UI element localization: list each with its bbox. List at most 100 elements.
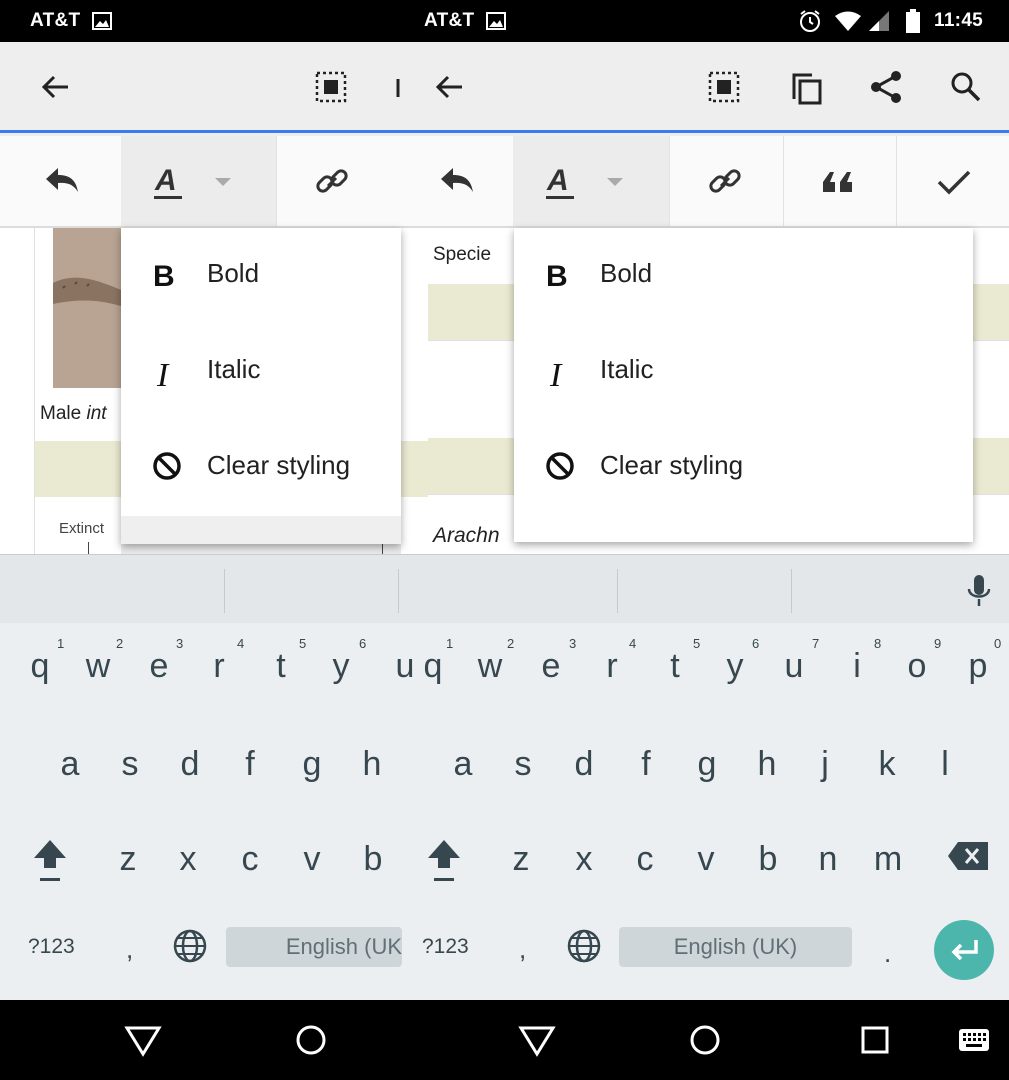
key-b[interactable]: b [748,839,788,879]
key-r[interactable]: r [199,646,239,686]
comma-key[interactable]: , [126,934,133,965]
key-q[interactable]: q [413,646,453,686]
key-n[interactable]: n [808,839,848,879]
share-icon[interactable] [868,69,904,105]
key-g[interactable]: g [292,744,332,784]
symbols-key[interactable]: ?123 [422,935,469,959]
key-r[interactable]: r [592,646,632,686]
undo-button[interactable] [389,136,514,226]
recents-square-icon[interactable] [861,1026,889,1054]
key-h[interactable]: h [747,744,787,784]
edit-toolbar-right: A [389,136,1009,228]
key-f[interactable]: f [230,744,270,784]
symbols-key[interactable]: ?123 [28,935,75,959]
text-style-button[interactable]: A [121,136,277,226]
key-j[interactable]: j [805,744,845,784]
key-hint-4: 4 [629,636,637,651]
back-arrow-icon[interactable] [432,69,468,105]
menu-item-bold[interactable]: B Bold [121,228,401,324]
key-v[interactable]: v [292,839,332,879]
menu-item-clear-styling[interactable]: Clear styling [514,420,973,516]
key-o[interactable]: o [897,646,937,686]
spacebar-key[interactable]: English (UK) [619,927,852,967]
back-arrow-icon[interactable] [38,69,74,105]
key-p[interactable]: p [958,646,998,686]
italic-icon: I [549,357,563,386]
key-b[interactable]: b [353,839,393,879]
key-z[interactable]: z [501,839,541,879]
home-circle-icon[interactable] [295,1024,327,1056]
menu-item-clear-styling[interactable]: Clear styling [121,420,401,516]
signal-icon [868,10,890,32]
done-button[interactable] [896,136,1009,226]
spacebar-key[interactable]: English (UK [226,927,402,967]
key-y[interactable]: y [715,646,755,686]
quote-icon [823,172,852,192]
shift-key[interactable] [424,836,464,886]
key-g[interactable]: g [687,744,727,784]
key-d[interactable]: d [564,744,604,784]
back-triangle-icon[interactable] [124,1024,162,1058]
key-v[interactable]: v [686,839,726,879]
comma-key[interactable]: , [519,934,526,965]
key-e[interactable]: e [531,646,571,686]
key-c[interactable]: c [625,839,665,879]
key-h[interactable]: h [352,744,392,784]
key-hint-3: 3 [569,636,577,651]
svg-text:I: I [549,357,563,386]
key-m[interactable]: m [868,839,908,879]
key-s[interactable]: s [110,744,150,784]
key-x[interactable]: x [168,839,208,879]
select-all-icon[interactable] [313,69,349,105]
key-q[interactable]: q [20,646,60,686]
enter-key[interactable] [934,920,994,980]
undo-button[interactable] [0,136,122,226]
key-u[interactable]: u [774,646,814,686]
backspace-icon [948,842,988,870]
key-c[interactable]: c [230,839,270,879]
clear-styling-icon [153,452,181,480]
key-s[interactable]: s [503,744,543,784]
key-k[interactable]: k [867,744,907,784]
key-y[interactable]: y [321,646,361,686]
dropdown-caret-icon [215,178,231,186]
key-t[interactable]: t [261,646,301,686]
search-icon[interactable] [948,69,984,105]
key-f[interactable]: f [626,744,666,784]
home-circle-icon[interactable] [689,1024,721,1056]
shift-icon [428,840,460,881]
menu-item-italic[interactable]: I Italic [514,324,973,420]
key-l[interactable]: l [925,744,965,784]
image-caption: Male int [40,403,107,424]
key-a[interactable]: a [50,744,90,784]
period-key[interactable]: . [884,938,891,969]
microphone-icon[interactable] [966,573,992,609]
key-i[interactable]: i [837,646,877,686]
key-w[interactable]: w [470,646,510,686]
menu-item-bold[interactable]: B Bold [514,228,973,324]
quote-button[interactable] [783,136,897,226]
menu-item-italic[interactable]: I Italic [121,324,401,420]
keyboard-icon[interactable] [958,1028,990,1052]
key-e[interactable]: e [139,646,179,686]
key-d[interactable]: d [170,744,210,784]
key-a[interactable]: a [443,744,483,784]
key-t[interactable]: t [655,646,695,686]
key-z[interactable]: z [108,839,148,879]
text-style-button[interactable]: A [513,136,670,226]
language-key[interactable] [172,928,208,964]
copy-icon[interactable] [388,69,404,105]
clear-styling-icon [546,452,574,480]
globe-icon [173,929,207,963]
image-icon [92,12,112,30]
select-all-icon[interactable] [706,69,742,105]
copy-icon[interactable] [788,69,824,105]
language-key[interactable] [566,928,602,964]
link-button[interactable] [669,136,784,226]
backspace-key[interactable] [946,840,990,872]
back-triangle-icon[interactable] [518,1024,556,1058]
link-button[interactable] [276,136,390,226]
shift-key[interactable] [30,836,70,886]
key-x[interactable]: x [564,839,604,879]
key-w[interactable]: w [78,646,118,686]
